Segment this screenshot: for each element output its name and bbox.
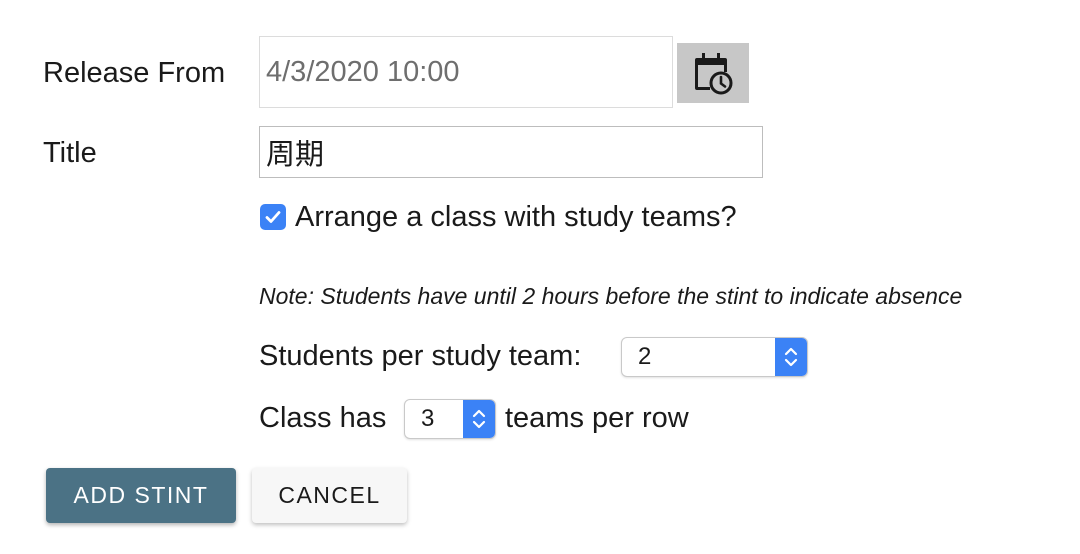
teams-per-row-select[interactable]: 3 [404,399,496,439]
add-stint-button[interactable]: ADD STINT [46,468,236,523]
release-from-label: Release From [43,57,226,89]
students-per-team-select[interactable]: 2 [621,337,808,377]
study-teams-checkbox[interactable] [260,204,286,230]
teams-per-row-value: 3 [421,405,435,432]
chevron-up-down-icon [463,400,495,438]
release-date-input[interactable] [259,36,673,108]
students-per-team-value: 2 [638,343,652,370]
calendar-clock-icon [693,51,733,95]
chevron-up-down-icon [775,338,807,376]
absence-note: Note: Students have until 2 hours before… [259,283,963,309]
checkmark-icon [263,207,283,227]
title-label: Title [43,137,97,169]
title-input[interactable] [259,126,763,178]
cancel-button[interactable]: CANCEL [252,468,407,523]
students-per-team-label: Students per study team: [259,340,582,372]
date-picker-button[interactable] [677,43,749,103]
add-stint-form: Release From Title Arrange a class with … [0,0,1080,554]
class-has-label: Class has [259,402,387,434]
teams-per-row-label: teams per row [505,402,689,434]
study-teams-checkbox-label[interactable]: Arrange a class with study teams? [295,200,737,234]
